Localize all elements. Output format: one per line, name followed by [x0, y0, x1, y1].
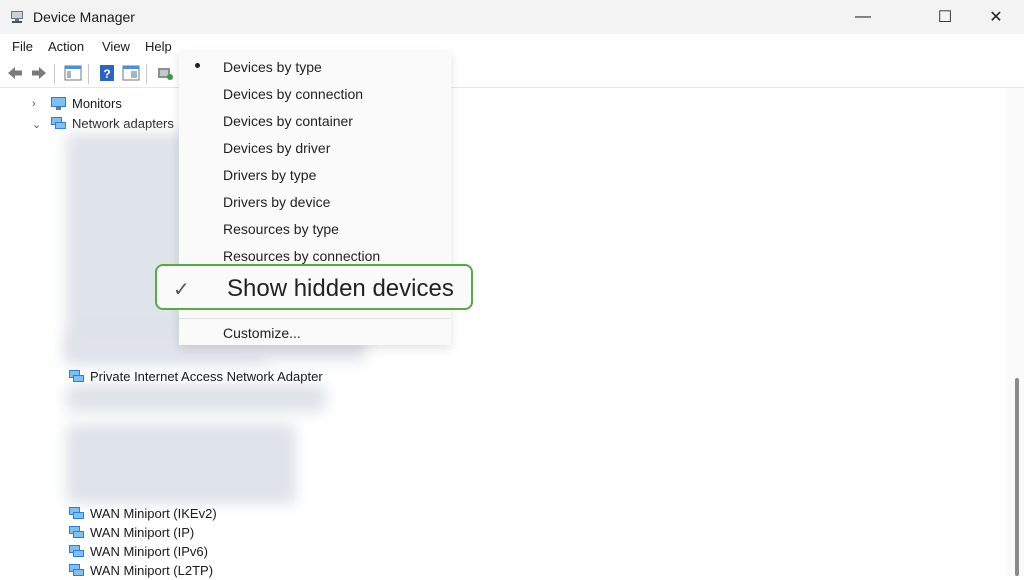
chevron-right-icon[interactable]: › — [32, 98, 42, 110]
tree-node-monitors[interactable]: › Monitors — [32, 93, 122, 113]
tree-node-device[interactable]: WAN Miniport (L2TP) — [68, 560, 213, 580]
menu-bar: File Action View Help — [0, 34, 1024, 60]
toolbar-separator — [146, 64, 147, 84]
tree-node-device[interactable]: WAN Miniport (IPv6) — [68, 541, 208, 561]
menu-item-devices-by-type[interactable]: Devices by type — [223, 59, 322, 75]
menu-view[interactable]: View — [102, 39, 130, 54]
network-adapter-icon — [69, 369, 84, 382]
close-button[interactable]: ✕ — [973, 0, 1019, 34]
device-label: WAN Miniport (IPv6) — [90, 543, 208, 559]
toolbar: ? — [0, 60, 1024, 88]
window-title: Device Manager — [33, 9, 135, 25]
tree-node-network-adapters[interactable]: ⌄ Network adapters — [32, 113, 174, 133]
minimize-button[interactable]: — — [840, 0, 886, 34]
menu-item-devices-by-container[interactable]: Devices by container — [223, 113, 353, 129]
show-hidden-devices-label: Show hidden devices — [227, 275, 454, 302]
menu-separator — [179, 318, 451, 319]
menu-item-devices-by-connection[interactable]: Devices by connection — [223, 86, 363, 102]
device-manager-app-icon — [11, 11, 23, 23]
forward-arrow-icon[interactable] — [30, 64, 48, 82]
network-adapter-icon — [69, 544, 84, 557]
menu-item-resources-by-type[interactable]: Resources by type — [223, 221, 339, 237]
maximize-button[interactable]: ☐ — [922, 0, 968, 34]
toolbar-separator — [54, 64, 55, 84]
menu-item-customize[interactable]: Customize... — [223, 325, 301, 341]
view-icon[interactable] — [122, 64, 140, 82]
vertical-scrollbar[interactable] — [1006, 88, 1024, 576]
toolbar-separator — [88, 64, 89, 84]
tree-label-network-adapters: Network adapters — [72, 115, 174, 131]
scrollbar-thumb[interactable] — [1015, 378, 1019, 576]
redacted-devices-block — [66, 384, 326, 412]
menu-item-drivers-by-type[interactable]: Drivers by type — [223, 167, 316, 183]
menu-file[interactable]: File — [12, 39, 33, 54]
network-adapter-icon — [51, 116, 66, 129]
network-adapter-icon — [69, 506, 84, 519]
device-label: WAN Miniport (L2TP) — [90, 562, 214, 578]
tree-node-device[interactable]: Private Internet Access Network Adapter — [68, 366, 323, 386]
network-adapter-icon — [69, 563, 84, 576]
selected-bullet-icon — [195, 63, 200, 68]
menu-item-drivers-by-device[interactable]: Drivers by device — [223, 194, 330, 210]
help-icon[interactable]: ? — [98, 64, 116, 82]
device-label: Private Internet Access Network Adapter — [90, 368, 323, 384]
chevron-down-icon[interactable]: ⌄ — [32, 118, 42, 131]
svg-text:?: ? — [103, 67, 110, 81]
device-label: WAN Miniport (IP) — [90, 524, 195, 540]
title-bar: Device Manager — ☐ ✕ — [0, 0, 1024, 34]
menu-help[interactable]: Help — [145, 39, 172, 54]
scan-hardware-icon[interactable] — [156, 64, 174, 82]
back-arrow-icon[interactable] — [6, 64, 24, 82]
tree-label-monitors: Monitors — [72, 95, 122, 111]
device-tree: › Monitors ⌄ Network adapters Private In… — [0, 88, 1006, 578]
monitor-icon — [51, 96, 66, 110]
device-label: WAN Miniport (IKEv2) — [90, 505, 217, 521]
menu-action[interactable]: Action — [48, 39, 84, 54]
menu-item-show-hidden-devices[interactable]: ✓ Show hidden devices — [155, 264, 473, 310]
tree-node-device[interactable]: WAN Miniport (IKEv2) — [68, 503, 217, 523]
tree-node-device[interactable]: WAN Miniport (IP) — [68, 522, 194, 542]
menu-item-devices-by-driver[interactable]: Devices by driver — [223, 140, 330, 156]
menu-item-resources-by-connection[interactable]: Resources by connection — [223, 248, 380, 264]
redacted-devices-block — [66, 424, 296, 504]
properties-icon[interactable] — [64, 64, 82, 82]
checkmark-icon: ✓ — [173, 279, 190, 301]
network-adapter-icon — [69, 525, 84, 538]
